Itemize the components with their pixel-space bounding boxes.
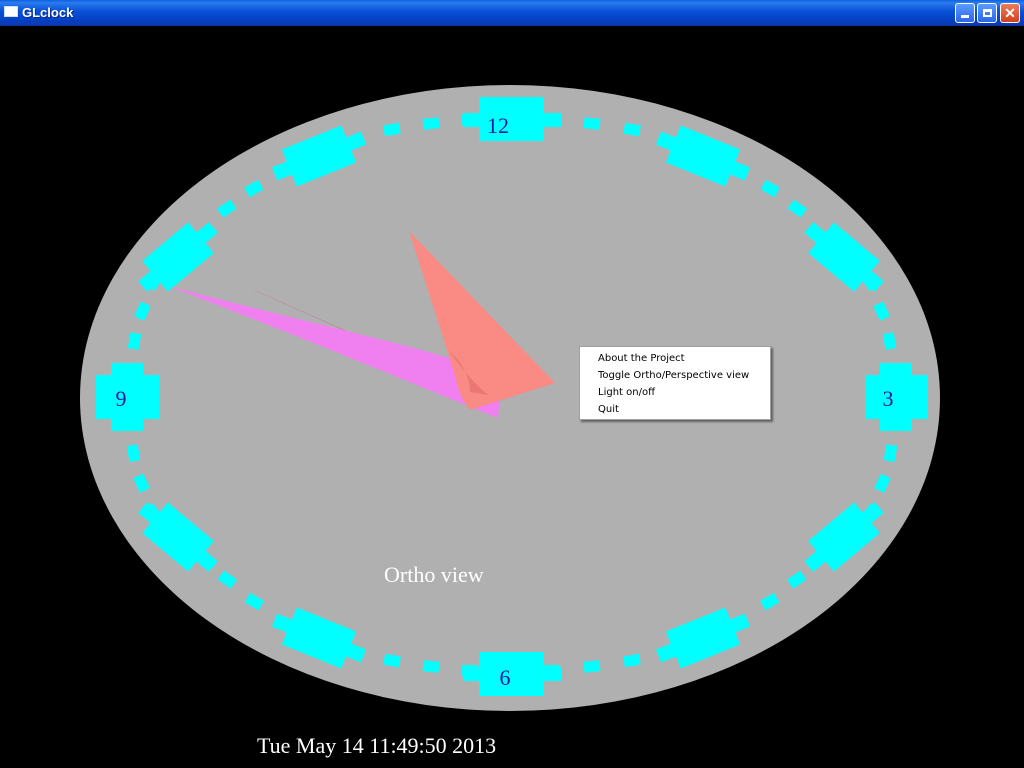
numeral-9: 9 [116,386,127,411]
date-time-label: Tue May 14 11:49:50 2013 [257,733,496,758]
menu-item-toggle-view[interactable]: Toggle Ortho/Perspective view [580,367,770,384]
numeral-12: 12 [487,113,509,138]
window-title: GLclock [22,5,74,20]
gl-canvas[interactable]: 12 3 6 9 Ortho view Tue May 14 11:49:50 … [0,26,1024,768]
minute-tick [422,117,440,130]
restore-button[interactable] [977,3,997,23]
minimize-button[interactable] [955,3,975,23]
clock-face [80,85,940,711]
menu-item-light[interactable]: Light on/off [580,384,770,401]
restore-icon [982,9,992,17]
view-mode-label: Ortho view [384,562,484,587]
numeral-3: 3 [883,386,894,411]
menu-item-about[interactable]: About the Project [580,350,770,367]
window-icon[interactable] [4,6,18,17]
close-icon: ✕ [1004,5,1016,21]
close-button[interactable]: ✕ [1000,3,1020,23]
minute-tick [583,117,601,130]
menu-item-quit[interactable]: Quit [580,401,770,418]
minimize-icon [961,15,969,18]
context-menu[interactable]: About the Project Toggle Ortho/Perspecti… [579,346,771,420]
numeral-6: 6 [500,665,511,690]
minute-tick [422,660,440,673]
title-bar[interactable]: GLclock ✕ [0,0,1024,26]
minute-tick [583,660,601,673]
